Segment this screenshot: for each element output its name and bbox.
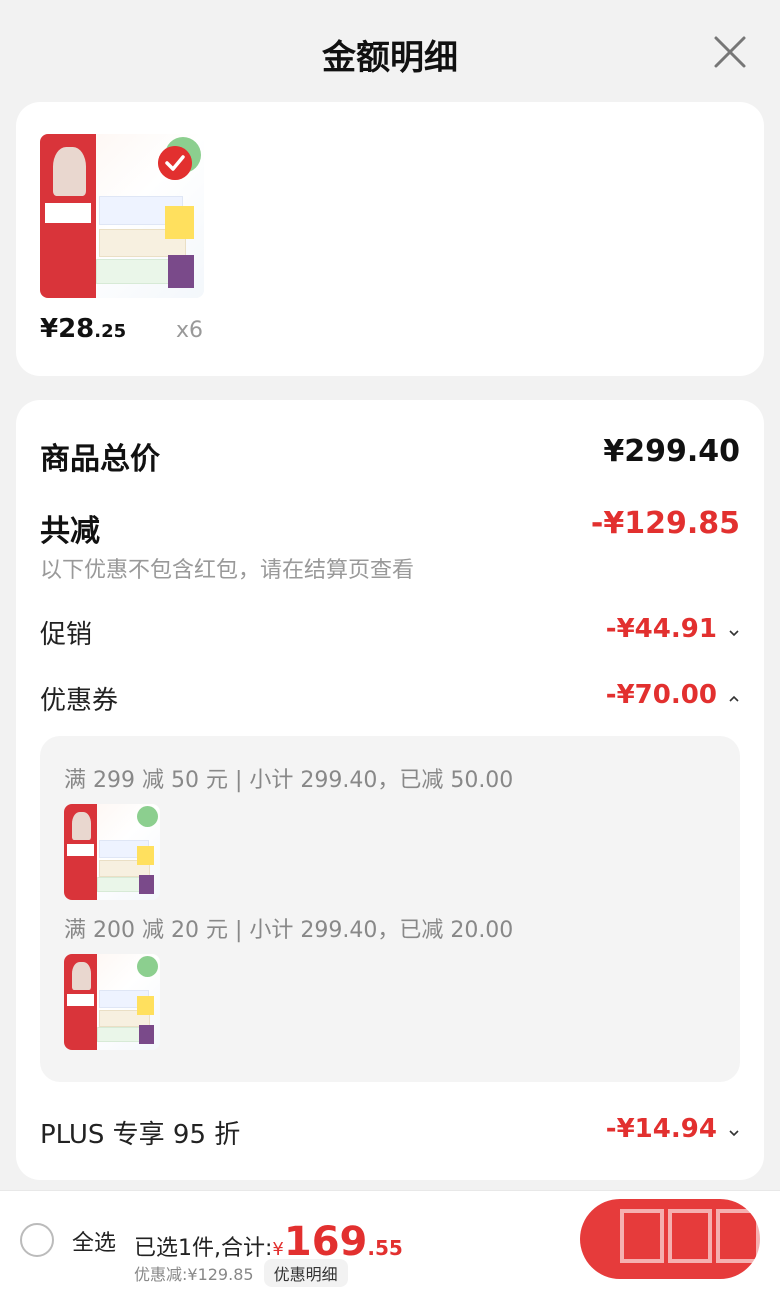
- promo-value-wrap[interactable]: -¥44.91: [606, 614, 740, 644]
- plus-label: PLUS 专享 95 折: [40, 1120, 241, 1150]
- watermark-logo: [620, 1209, 760, 1283]
- total-value: ¥299.40: [603, 434, 740, 469]
- coupon-detail-box: 满 299 减 50 元 | 小计 299.40，已减 50.00 满 200 …: [40, 736, 740, 1082]
- coupon-item-text: 满 200 减 20 元 | 小计 299.40，已减 20.00: [64, 918, 514, 943]
- amount-dec: .55: [367, 1236, 403, 1260]
- coupon-label: 优惠券: [40, 686, 119, 716]
- chevron-down-icon[interactable]: [728, 627, 740, 639]
- product-card: ¥28.25 x6: [16, 102, 764, 376]
- coupon-value: -¥70.00: [605, 680, 717, 710]
- promo-value: -¥44.91: [605, 614, 717, 644]
- sheet-header: 金额明细: [0, 0, 780, 100]
- discount-note: 以下优惠不包含红包，请在结算页查看: [40, 558, 415, 583]
- chevron-up-icon[interactable]: [728, 693, 740, 705]
- promo-row[interactable]: 促销 -¥44.91: [40, 614, 740, 654]
- coupon-product-image: [64, 954, 160, 1050]
- plus-value-wrap[interactable]: -¥14.94: [606, 1114, 740, 1144]
- selected-prefix: 已选1件,合计:: [134, 1236, 273, 1261]
- currency-symbol: ¥: [272, 1239, 284, 1260]
- coupon-value-wrap[interactable]: -¥70.00: [606, 680, 740, 710]
- coupon-row[interactable]: 优惠券 -¥70.00: [40, 680, 740, 720]
- coupon-product-image: [64, 804, 160, 900]
- total-row: 商品总价 ¥299.40: [40, 434, 740, 477]
- promo-label: 促销: [40, 620, 93, 650]
- product-price: ¥28.25: [40, 314, 127, 344]
- coupon-item-text: 满 299 减 50 元 | 小计 299.40，已减 50.00: [64, 768, 514, 793]
- reduce-row: 共减 -¥129.85: [40, 506, 740, 549]
- chevron-down-icon[interactable]: [728, 1127, 740, 1139]
- select-all-radio[interactable]: [20, 1223, 54, 1257]
- discount-summary: 优惠减:¥129.85 优惠明细: [134, 1259, 348, 1287]
- product-quantity: x6: [176, 318, 204, 343]
- plus-row[interactable]: PLUS 专享 95 折 -¥14.94: [40, 1114, 740, 1154]
- page-title: 金额明细: [322, 38, 458, 78]
- discount-text: 优惠减:¥129.85: [134, 1265, 254, 1284]
- plus-value: -¥14.94: [605, 1114, 717, 1144]
- close-icon[interactable]: [712, 34, 748, 70]
- amount-detail-sheet: 金额明细 ¥28.25 x6 商品总价 ¥299.40 共减 -¥129.85 …: [0, 0, 780, 1190]
- discount-detail-link[interactable]: 优惠明细: [263, 1259, 348, 1287]
- reduce-value: -¥129.85: [590, 506, 740, 541]
- select-all-label[interactable]: 全选: [72, 1225, 116, 1257]
- checkout-bar: 全选 已选1件,合计:¥169.55 优惠减:¥129.85 优惠明细: [0, 1190, 780, 1303]
- total-label: 商品总价: [40, 442, 160, 477]
- reduce-label: 共减: [40, 514, 100, 549]
- price-detail-card: 商品总价 ¥299.40 共减 -¥129.85 以下优惠不包含红包，请在结算页…: [16, 400, 764, 1180]
- check-icon: [158, 146, 192, 180]
